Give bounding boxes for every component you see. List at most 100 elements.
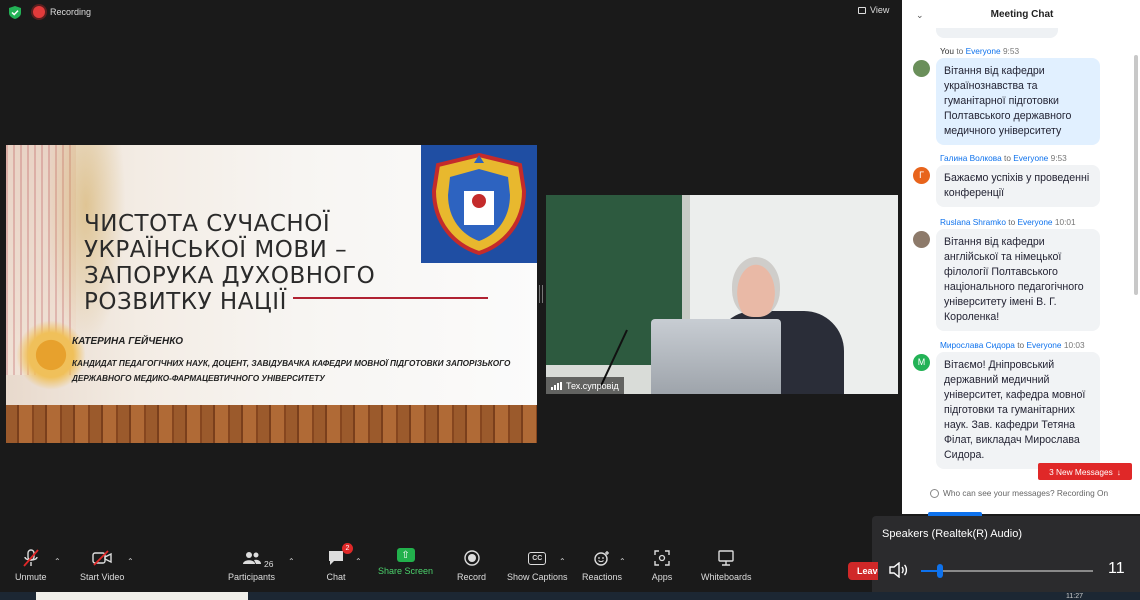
captions-chevron-icon[interactable]: ⌃ — [559, 557, 566, 566]
security-shield-icon[interactable] — [9, 6, 21, 19]
share-screen-label: Share Screen — [378, 566, 434, 576]
previous-message-bubble — [936, 28, 1058, 38]
message-bubble[interactable]: Вітання від кафедри англійської та німец… — [936, 229, 1100, 331]
new-messages-label: 3 New Messages — [1049, 466, 1113, 477]
cc-glyph: CC — [528, 551, 547, 565]
laptop — [651, 319, 781, 394]
message-recipient: Everyone — [1013, 153, 1049, 163]
message-to-word: to — [956, 46, 964, 56]
taskbar-clock: 11:27 — [1066, 593, 1083, 600]
participant-name-tag: Тех.супровід — [546, 377, 624, 394]
meeting-chat-panel: ⌄ Meeting Chat You to Everyone 9:53 Віта… — [902, 0, 1140, 516]
wooden-floor-decoration — [6, 405, 537, 443]
emblem-shield-icon — [431, 152, 527, 256]
chat-label: Chat — [326, 572, 346, 582]
participants-icon — [241, 548, 263, 568]
recording-label[interactable]: Recording — [50, 7, 91, 17]
message-time: 9:53 — [1002, 46, 1020, 56]
message-meta: You to Everyone 9:53 — [940, 46, 1019, 56]
view-splitter-handle[interactable] — [539, 285, 543, 303]
participants-count: 26 — [264, 559, 274, 569]
university-emblem — [421, 145, 537, 263]
message-recipient: Everyone — [1017, 217, 1053, 227]
message-time: 10:03 — [1063, 340, 1085, 350]
smiley-plus-icon — [591, 548, 613, 568]
message-bubble[interactable]: Вітання від кафедри українознавства та г… — [936, 58, 1100, 145]
unmute-button[interactable]: Unmute — [15, 548, 47, 582]
chat-bubble-icon: 2 — [325, 543, 353, 568]
apps-button[interactable]: Apps — [651, 548, 673, 582]
user-avatar[interactable]: М — [913, 354, 930, 371]
view-label: View — [870, 5, 890, 15]
chat-title: Meeting Chat — [990, 9, 1054, 20]
whiteboard-icon — [715, 548, 737, 568]
reactions-label: Reactions — [582, 572, 623, 582]
start-video-label: Start Video — [80, 572, 125, 582]
apps-label: Apps — [651, 572, 673, 582]
video-options-chevron-icon[interactable]: ⌃ — [127, 557, 134, 566]
reactions-chevron-icon[interactable]: ⌃ — [619, 557, 626, 566]
message-sender: Галина Волкова — [940, 153, 1002, 163]
unmute-label: Unmute — [15, 572, 47, 582]
volume-slider[interactable] — [921, 564, 1093, 578]
message-time: 10:01 — [1054, 217, 1076, 227]
message-recipient: Everyone — [965, 46, 1001, 56]
speaker-icon[interactable] — [888, 562, 908, 578]
message-sender: You — [940, 46, 955, 56]
user-avatar[interactable] — [913, 60, 930, 77]
message-sender: Ruslana Shramko — [940, 217, 1006, 227]
message-to-word: to — [1017, 340, 1025, 350]
meeting-toolbar: Unmute ⌃ Start Video ⌃ Participants ⌃ 2 … — [0, 543, 872, 592]
slide-author: КАТЕРИНА ГЕЙЧЕНКО — [72, 336, 183, 347]
record-icon — [461, 548, 483, 568]
camera-off-icon — [91, 548, 113, 568]
participants-chevron-icon[interactable]: ⌃ — [288, 557, 295, 566]
chat-unread-badge: 2 — [342, 543, 353, 554]
start-video-button[interactable]: Start Video — [80, 548, 124, 582]
participant-name: Тех.супровід — [566, 380, 619, 391]
participant-video-tile[interactable]: Тех.супровід — [546, 195, 898, 394]
volume-value: 11 — [1108, 560, 1125, 577]
who-can-see-label: Who can see your messages? Recording On — [943, 488, 1109, 498]
slide-title: ЧИСТОТА СУЧАСНОЇ УКРАЇНСЬКОЇ МОВИ – ЗАПО… — [84, 211, 376, 315]
record-button[interactable]: Record — [457, 548, 486, 582]
message-meta: Ruslana Shramko to Everyone 10:01 — [940, 217, 1076, 227]
title-underline — [293, 297, 488, 299]
chat-chevron-icon[interactable]: ⌃ — [355, 557, 362, 566]
message-meta: Мирослава Сидора to Everyone 10:03 — [940, 340, 1085, 350]
meeting-topbar: Recording View — [0, 0, 902, 24]
slide-author-description: КАНДИДАТ ПЕДАГОГІЧНИХ НАУК, ДОЦЕНТ, ЗАВІ… — [72, 359, 511, 383]
who-can-see-link[interactable]: Who can see your messages? Recording On — [930, 488, 1108, 498]
apps-icon — [651, 548, 673, 568]
user-avatar[interactable] — [913, 231, 930, 248]
volume-slider-thumb[interactable] — [936, 564, 943, 578]
speaker-person-head — [732, 257, 780, 317]
message-to-word: to — [1008, 217, 1016, 227]
message-to-word: to — [1004, 153, 1011, 163]
recording-icon[interactable] — [33, 6, 45, 18]
chat-header: ⌄ Meeting Chat — [902, 0, 1140, 28]
view-button[interactable]: View — [858, 5, 889, 15]
signal-strength-icon — [551, 381, 562, 390]
message-bubble[interactable]: Бажаємо успіхів у проведенні конференції — [936, 165, 1100, 207]
new-messages-button[interactable]: 3 New Messages ↓ — [1038, 463, 1132, 480]
whiteboards-label: Whiteboards — [701, 572, 752, 582]
speaker-device-label: Speakers (Realtek(R) Audio) — [882, 528, 1023, 540]
message-sender: Мирослава Сидора — [940, 340, 1015, 350]
record-label: Record — [457, 572, 487, 582]
show-captions-label: Show Captions — [507, 572, 568, 582]
view-grid-icon — [858, 6, 866, 14]
message-bubble[interactable]: Вітаємо! Дніпровський державний медичний… — [936, 352, 1100, 469]
message-time: 9:53 — [1050, 153, 1067, 163]
reactions-button[interactable]: Reactions — [582, 548, 622, 582]
leave-button[interactable]: Leave — [848, 562, 878, 580]
audio-options-chevron-icon[interactable]: ⌃ — [54, 557, 61, 566]
whiteboards-button[interactable]: Whiteboards — [701, 548, 752, 582]
taskbar-window-thumbnail[interactable] — [36, 592, 248, 600]
user-avatar[interactable]: Г — [913, 167, 930, 184]
share-screen-button[interactable]: ⇧ Share Screen — [378, 548, 433, 576]
message-meta: Галина Волкова to Everyone 9:53 — [940, 153, 1067, 163]
chat-scrollbar[interactable] — [1134, 55, 1138, 295]
chat-button[interactable]: 2 Chat — [325, 543, 353, 582]
message-recipient: Everyone — [1026, 340, 1062, 350]
